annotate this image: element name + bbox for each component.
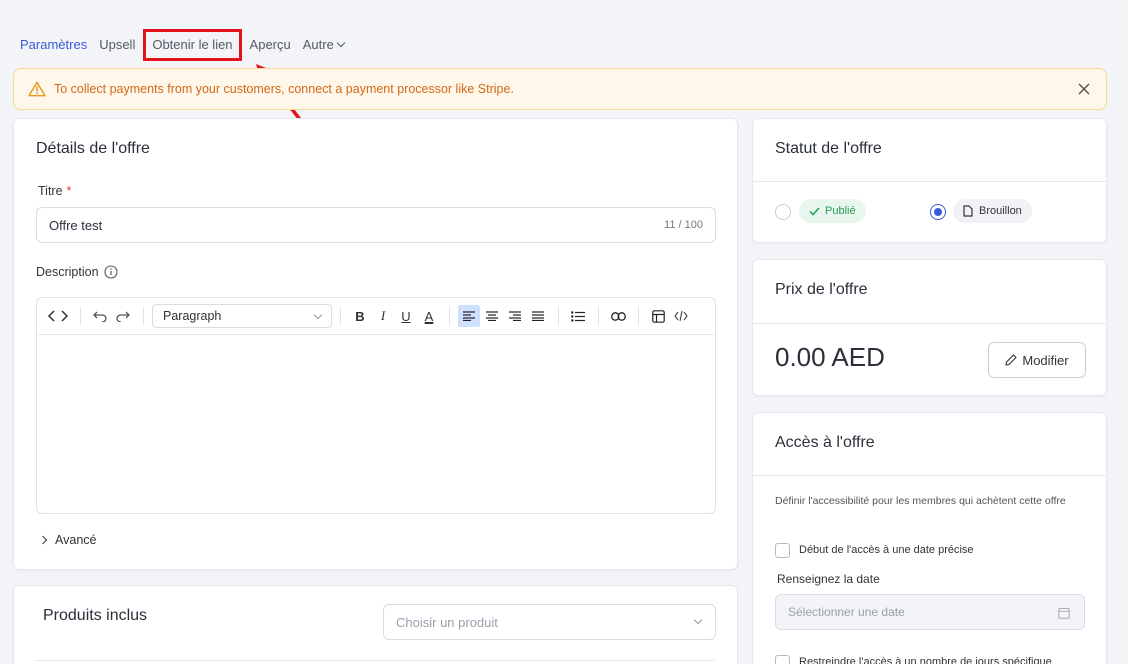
restrict-days-checkbox[interactable] (775, 655, 790, 664)
date-label: Renseignez la date (777, 572, 880, 586)
offer-status-title: Statut de l'offre (775, 140, 882, 157)
included-products-card: Produits inclus Choisir un produit (13, 585, 738, 664)
alert-text: To collect payments from your customers,… (54, 82, 514, 96)
tab-obtenir-le-lien[interactable]: Obtenir le lien (143, 29, 242, 61)
card-divider (36, 660, 715, 661)
calendar-icon (1058, 608, 1070, 619)
pencil-icon (1005, 354, 1017, 366)
published-badge[interactable]: Publié (799, 199, 866, 223)
chevron-down-icon (336, 38, 346, 48)
align-right-icon[interactable] (504, 305, 526, 327)
paragraph-select[interactable]: Paragraph (152, 304, 332, 328)
source-code-icon[interactable] (670, 305, 692, 327)
description-label-text: Description (36, 265, 99, 279)
edit-price-button[interactable]: Modifier (988, 342, 1086, 378)
chevron-down-icon (313, 310, 323, 320)
bullet-list-icon[interactable] (567, 305, 589, 327)
price-value: 0.00 AED (775, 342, 885, 372)
document-icon (963, 205, 973, 217)
description-editor[interactable]: Paragraph B I U A (36, 297, 716, 514)
link-icon[interactable] (607, 305, 629, 327)
info-icon[interactable] (103, 265, 118, 279)
draft-label: Brouillon (979, 205, 1022, 217)
card-divider (753, 181, 1106, 182)
editor-toolbar: Paragraph B I U A (37, 298, 715, 335)
chevron-right-icon (38, 535, 48, 545)
start-date-label: Début de l'accès à une date précise (799, 544, 974, 556)
product-select[interactable]: Choisir un produit (383, 604, 716, 640)
included-products-title: Produits inclus (43, 607, 148, 624)
table-icon[interactable] (647, 305, 669, 327)
offer-price-card: Prix de l'offre 0.00 AED Modifier (752, 259, 1107, 396)
tab-autre[interactable]: Autre (297, 34, 350, 56)
tab-parametres[interactable]: Paramètres (14, 34, 93, 56)
paragraph-select-value: Paragraph (163, 309, 222, 323)
title-input-value: Offre test (49, 217, 103, 233)
align-left-icon[interactable] (458, 305, 480, 327)
undo-icon[interactable] (89, 305, 111, 327)
toolbar-separator (638, 307, 639, 325)
align-center-icon[interactable] (481, 305, 503, 327)
advanced-toggle[interactable]: Avancé (38, 533, 97, 547)
tab-bar: Paramètres Upsell Obtenir le lien Aperçu… (14, 29, 350, 61)
tab-upsell[interactable]: Upsell (93, 34, 141, 56)
chevron-down-icon (693, 615, 703, 625)
product-select-placeholder: Choisir un produit (396, 614, 498, 630)
required-mark: * (66, 184, 72, 198)
payment-warning-alert: To collect payments from your customers,… (13, 68, 1107, 110)
title-label-text: Titre (38, 184, 63, 198)
bold-button[interactable]: B (349, 305, 371, 327)
title-input[interactable]: Offre test 11 / 100 (36, 207, 716, 243)
offer-access-card: Accès à l'offre Définir l'accessibilité … (752, 412, 1107, 664)
edit-price-label: Modifier (1022, 352, 1069, 368)
advanced-label: Avancé (55, 533, 97, 547)
italic-button[interactable]: I (372, 305, 394, 327)
description-label: Description (36, 265, 118, 279)
draft-radio[interactable] (930, 204, 946, 220)
offer-details-card: Détails de l'offre Titre * Offre test 11 … (13, 118, 738, 570)
tab-autre-label: Autre (302, 37, 334, 52)
access-description: Définir l'accessibilité pour les membres… (775, 495, 1066, 507)
offer-details-title: Détails de l'offre (36, 140, 150, 157)
offer-access-title: Accès à l'offre (775, 434, 875, 451)
toolbar-separator (449, 307, 450, 325)
start-date-checkbox[interactable] (775, 543, 790, 558)
warning-icon (28, 81, 46, 97)
toolbar-separator (340, 307, 341, 325)
published-radio[interactable] (775, 204, 791, 220)
underline-button[interactable]: U (395, 305, 417, 327)
title-label: Titre * (38, 184, 71, 198)
redo-icon[interactable] (112, 305, 134, 327)
text-color-button[interactable]: A (418, 305, 440, 327)
toolbar-separator (143, 307, 144, 325)
toolbar-separator (598, 307, 599, 325)
draft-badge[interactable]: Brouillon (953, 199, 1032, 223)
published-label: Publié (825, 205, 856, 217)
toolbar-separator (80, 307, 81, 325)
align-justify-icon[interactable] (527, 305, 549, 327)
restrict-days-label: Restreindre l'accès à un nombre de jours… (799, 656, 1052, 664)
close-icon[interactable] (1076, 81, 1092, 97)
date-input[interactable]: Sélectionner une date (775, 594, 1085, 630)
code-view-icon[interactable] (45, 305, 71, 327)
toolbar-separator (558, 307, 559, 325)
character-counter: 11 / 100 (664, 219, 703, 231)
check-icon (809, 206, 820, 216)
card-divider (753, 475, 1106, 476)
offer-price-title: Prix de l'offre (775, 281, 868, 298)
tab-apercu[interactable]: Aperçu (244, 34, 297, 56)
card-divider (753, 323, 1106, 324)
date-placeholder: Sélectionner une date (788, 605, 905, 619)
offer-status-card: Statut de l'offre Publié Brouillon (752, 118, 1107, 243)
